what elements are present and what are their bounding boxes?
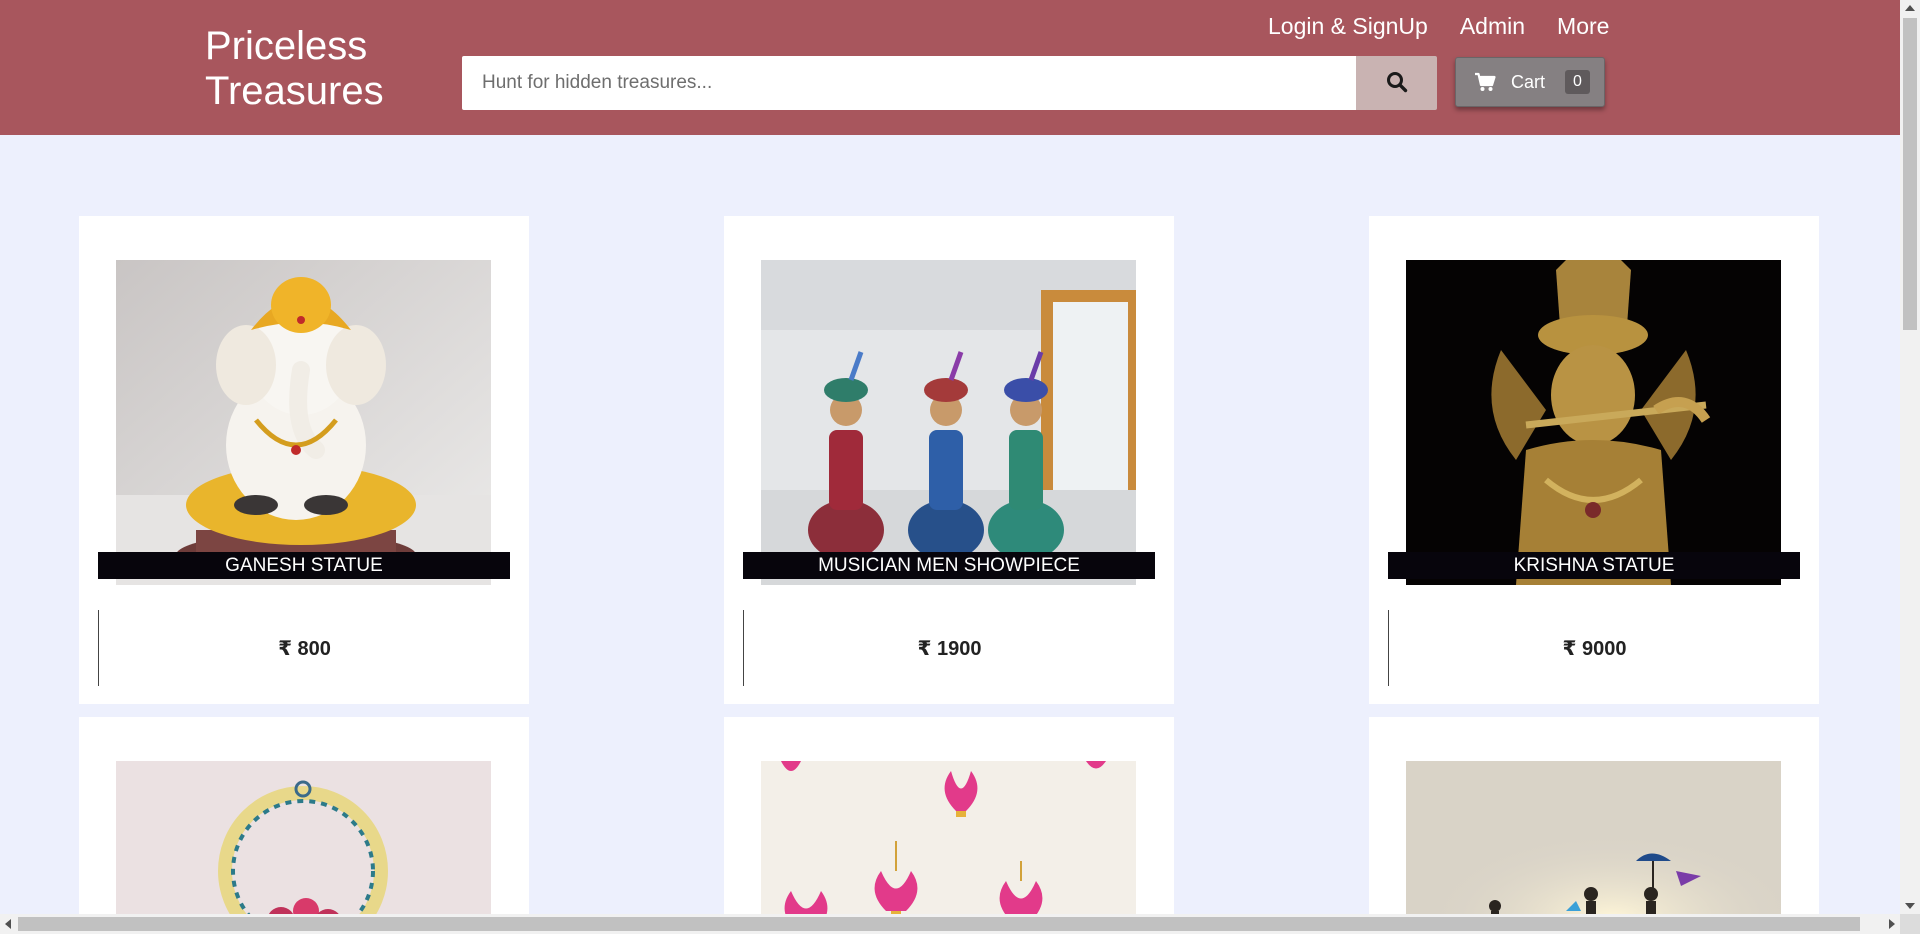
product-card[interactable]: GANESH STATUE ₹ 800 (79, 216, 529, 704)
vertical-scrollbar[interactable] (1900, 0, 1920, 914)
vertical-scroll-thumb[interactable] (1903, 18, 1917, 330)
product-card[interactable] (79, 717, 529, 934)
product-card[interactable] (724, 717, 1174, 934)
scrollbar-corner (1900, 914, 1920, 934)
scroll-down-arrow-icon[interactable] (1905, 903, 1915, 909)
figurines-image[interactable] (1406, 761, 1781, 934)
scroll-right-arrow-icon[interactable] (1889, 919, 1895, 929)
ganesh-statue-image[interactable] (116, 260, 491, 585)
product-grid: GANESH STATUE ₹ 800 MUSICIAN MEN SHOWPIE… (0, 0, 1900, 934)
peacock-wall-hanging-image[interactable] (116, 761, 491, 934)
product-card[interactable]: KRISHNA STATUE ₹ 9000 (1369, 216, 1819, 704)
price-box: ₹ 9000 (1388, 610, 1800, 686)
krishna-statue-image[interactable] (1406, 260, 1781, 585)
product-price: ₹ 1900 (917, 637, 982, 660)
lotus-decor-image[interactable] (761, 761, 1136, 934)
product-card[interactable] (1369, 717, 1819, 934)
product-name-label[interactable]: MUSICIAN MEN SHOWPIECE (743, 552, 1155, 579)
product-name-label[interactable]: GANESH STATUE (98, 552, 510, 579)
horizontal-scroll-thumb[interactable] (18, 917, 1860, 931)
product-card[interactable]: MUSICIAN MEN SHOWPIECE ₹ 1900 (724, 216, 1174, 704)
price-box: ₹ 800 (98, 610, 510, 686)
price-box: ₹ 1900 (743, 610, 1155, 686)
product-price: ₹ 9000 (1562, 637, 1627, 660)
product-price: ₹ 800 (278, 637, 331, 660)
horizontal-scrollbar[interactable] (0, 914, 1900, 934)
musician-men-image[interactable] (761, 260, 1136, 585)
scroll-left-arrow-icon[interactable] (5, 919, 11, 929)
product-name-label[interactable]: KRISHNA STATUE (1388, 552, 1800, 579)
scroll-up-arrow-icon[interactable] (1905, 5, 1915, 11)
